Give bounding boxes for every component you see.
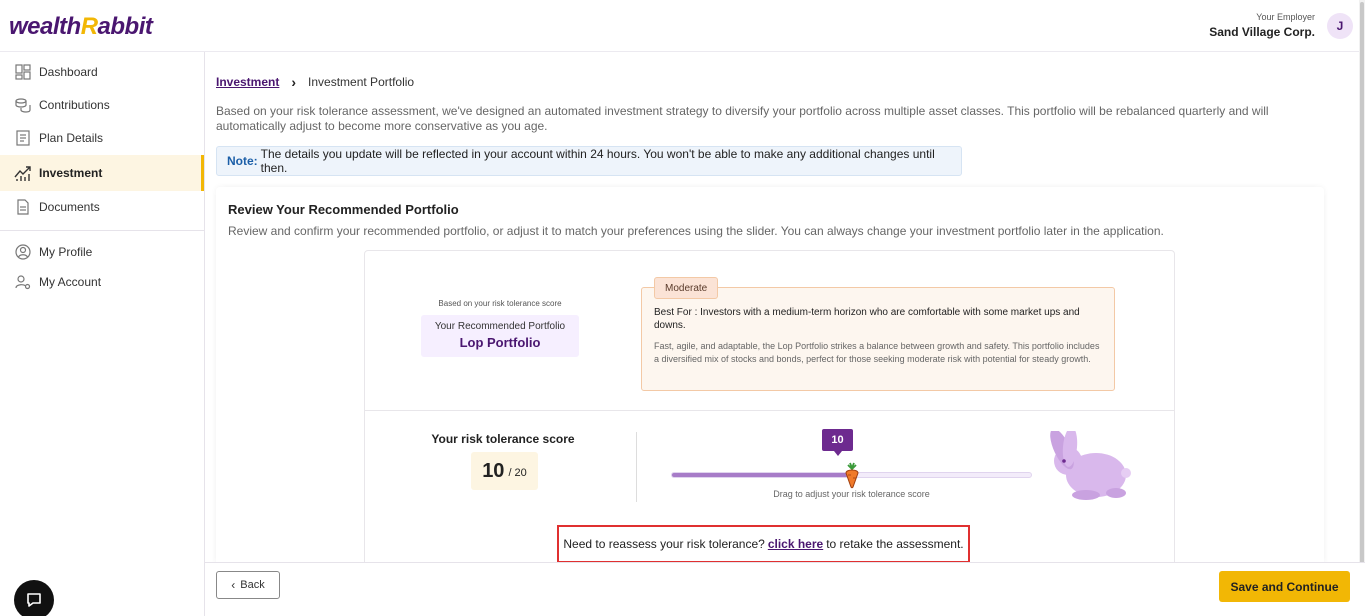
avatar[interactable]: J xyxy=(1327,13,1353,39)
sidebar-item-my-account[interactable]: My Account xyxy=(0,266,204,298)
panel-divider xyxy=(365,410,1174,411)
recommended-portfolio-label: Your Recommended Portfolio xyxy=(434,321,566,332)
breadcrumb: Investment › Investment Portfolio xyxy=(216,74,414,90)
slider-fill xyxy=(672,473,852,477)
portfolio-description: Fast, agile, and adaptable, the Lop Port… xyxy=(654,341,1100,364)
carrot-icon xyxy=(844,462,859,489)
top-header: wealthRabbit Your Employer Sand Village … xyxy=(0,0,1365,52)
sidebar-divider xyxy=(0,230,204,231)
sidebar: Dashboard Contributions Plan Details Inv… xyxy=(0,52,205,616)
chevron-left-icon: ‹ xyxy=(231,578,236,592)
employer-info: Your Employer Sand Village Corp. xyxy=(1209,12,1315,39)
review-card: Review Your Recommended Portfolio Review… xyxy=(216,187,1324,570)
risk-score-value: 10 xyxy=(482,459,505,482)
chevron-right-icon: › xyxy=(291,74,297,90)
user-circle-icon xyxy=(14,243,32,261)
scrollbar-thumb[interactable] xyxy=(1360,2,1364,602)
footer-bar: ‹ Back Save and Continue xyxy=(205,562,1365,616)
file-icon xyxy=(14,198,32,216)
note-banner: Note: The details you update will be ref… xyxy=(216,146,962,176)
risk-score-label: Your risk tolerance score xyxy=(431,432,575,446)
based-on-label: Based on your risk tolerance score xyxy=(438,299,562,308)
chat-button[interactable] xyxy=(14,580,54,616)
risk-level-tag: Moderate xyxy=(654,277,719,299)
employer-label: Your Employer xyxy=(1256,12,1315,22)
breadcrumb-investment-link[interactable]: Investment xyxy=(216,75,279,89)
portfolio-description-box: Best For : Investors with a medium-term … xyxy=(641,287,1115,391)
page-scrollbar[interactable] xyxy=(1359,0,1365,616)
risk-score-box: 10 / 20 xyxy=(471,452,538,490)
document-list-icon xyxy=(14,129,32,147)
sidebar-item-dashboard[interactable]: Dashboard xyxy=(0,56,204,88)
note-text: The details you update will be reflected… xyxy=(260,147,935,175)
wealthrabbit-logo[interactable]: wealthRabbit xyxy=(9,13,153,41)
dashboard-icon xyxy=(14,63,32,81)
intro-text: Based on your risk tolerance assessment,… xyxy=(216,104,1269,133)
slider-hint: Drag to adjust your risk tolerance score xyxy=(773,489,930,499)
slider-value-tooltip: 10 xyxy=(822,429,853,456)
risk-score-slider[interactable] xyxy=(671,462,1032,489)
rabbit-icon xyxy=(1050,431,1131,500)
sidebar-item-plan-details[interactable]: Plan Details xyxy=(0,122,204,154)
reassess-suffix: to retake the assessment. xyxy=(826,537,964,551)
save-and-continue-button[interactable]: Save and Continue xyxy=(1219,571,1350,602)
user-gear-icon xyxy=(14,273,32,291)
chat-icon xyxy=(27,593,41,607)
portfolio-panel: Based on your risk tolerance score Your … xyxy=(364,250,1175,570)
sidebar-item-documents[interactable]: Documents xyxy=(0,191,204,223)
back-button[interactable]: ‹ Back xyxy=(216,571,280,599)
sidebar-item-investment[interactable]: Investment xyxy=(0,155,204,191)
sidebar-item-my-profile[interactable]: My Profile xyxy=(0,236,204,268)
chart-growth-icon xyxy=(14,164,32,182)
reassess-callout: Need to reassess your risk tolerance? cl… xyxy=(557,525,970,563)
employer-name: Sand Village Corp. xyxy=(1209,25,1315,39)
sidebar-item-contributions[interactable]: Contributions xyxy=(0,89,204,121)
coins-icon xyxy=(14,96,32,114)
recommended-portfolio-name: Lop Portfolio xyxy=(459,335,541,350)
risk-score-max: / 20 xyxy=(508,467,527,479)
reassess-prefix: Need to reassess your risk tolerance? xyxy=(563,537,765,551)
review-title: Review Your Recommended Portfolio xyxy=(228,202,459,217)
score-divider xyxy=(636,432,637,502)
retake-assessment-link[interactable]: click here xyxy=(768,537,823,551)
recommended-portfolio-box: Your Recommended Portfolio Lop Portfolio xyxy=(421,315,579,357)
slider-thumb[interactable] xyxy=(842,461,862,489)
review-subtitle: Review and confirm your recommended port… xyxy=(228,224,1164,238)
note-label: Note: xyxy=(227,154,258,168)
best-for-text: Best For : Investors with a medium-term … xyxy=(654,307,1080,331)
breadcrumb-current: Investment Portfolio xyxy=(308,75,415,89)
